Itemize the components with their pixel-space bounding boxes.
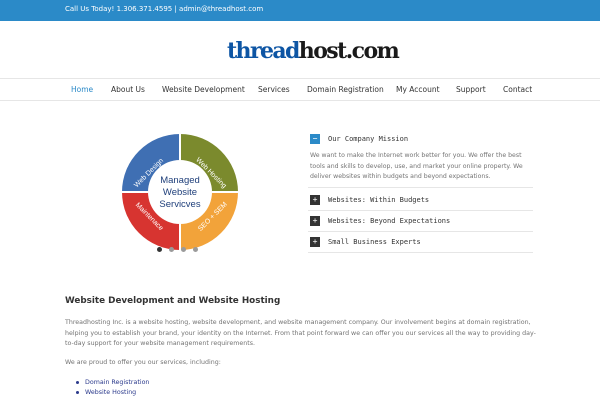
minus-icon: − xyxy=(310,134,320,144)
accordion-head-budgets: + Websites: Within Budgets xyxy=(308,195,533,205)
services-intro: We are proud to offer you our services, … xyxy=(65,359,221,366)
nav-website-development[interactable]: Website Development xyxy=(162,85,245,94)
services-wheel-graphic: Managed Website Servicves Web Design Web… xyxy=(122,134,238,250)
plus-icon: + xyxy=(310,216,320,226)
nav-my-account[interactable]: My Account xyxy=(396,85,440,94)
slider-dot-3[interactable] xyxy=(181,247,186,252)
service-link-domain-registration[interactable]: Domain Registration xyxy=(76,378,149,388)
slider-dot-4[interactable] xyxy=(193,247,198,252)
wheel-center-line-2: Website xyxy=(163,187,197,198)
accordion-body-mission: We want to make the Internet work better… xyxy=(310,152,523,181)
nav-home[interactable]: Home xyxy=(71,85,93,94)
wheel-center-line-3: Servicves xyxy=(159,199,200,210)
nav-support[interactable]: Support xyxy=(456,85,486,94)
logo-host-text: host.com xyxy=(298,38,400,64)
accordion-title-budgets: Websites: Within Budgets xyxy=(328,196,430,204)
nav-domain-registration[interactable]: Domain Registration xyxy=(307,85,384,94)
nav-services[interactable]: Services xyxy=(258,85,290,94)
slider-pagination xyxy=(157,247,201,253)
divider xyxy=(308,210,533,211)
divider xyxy=(308,187,533,188)
site-logo[interactable]: threadhost.com xyxy=(227,38,400,64)
accordion-head-small-business: + Small Business Experts xyxy=(308,237,533,247)
service-link-website-hosting[interactable]: Website Hosting xyxy=(76,388,149,398)
plus-icon: + xyxy=(310,195,320,205)
accordion-title-small-business: Small Business Experts xyxy=(328,238,421,246)
slider-dot-2[interactable] xyxy=(169,247,174,252)
wheel-center-line-1: Managed xyxy=(160,175,200,186)
logo-thread-text: thread xyxy=(227,38,300,64)
section-title: Website Development and Website Hosting xyxy=(65,296,281,306)
accordion-head-expectations: + Websites: Beyond Expectations xyxy=(308,216,533,226)
divider xyxy=(308,231,533,232)
slider-dot-1[interactable] xyxy=(157,247,162,252)
nav-contact[interactable]: Contact xyxy=(503,85,532,94)
services-list: Domain Registration Website Hosting xyxy=(76,378,149,398)
accordion-item-mission[interactable]: − Our Company Mission xyxy=(308,134,533,144)
nav-about-us[interactable]: About Us xyxy=(111,85,145,94)
accordion-title-mission: Our Company Mission xyxy=(328,135,409,143)
accordion-title-expectations: Websites: Beyond Expectations xyxy=(328,217,451,225)
contact-info: Call Us Today! 1.306.371.4595 | admin@th… xyxy=(65,5,264,13)
main-nav: Home About Us Website Development Servic… xyxy=(0,78,600,101)
services-slider[interactable]: Managed Website Servicves Web Design Web… xyxy=(118,130,242,254)
divider xyxy=(308,252,533,253)
header: threadhost.com xyxy=(0,21,600,78)
intro-paragraph: Threadhosting Inc. is a website hosting,… xyxy=(65,319,536,348)
top-bar: Call Us Today! 1.306.371.4595 | admin@th… xyxy=(0,0,600,21)
plus-icon: + xyxy=(310,237,320,247)
